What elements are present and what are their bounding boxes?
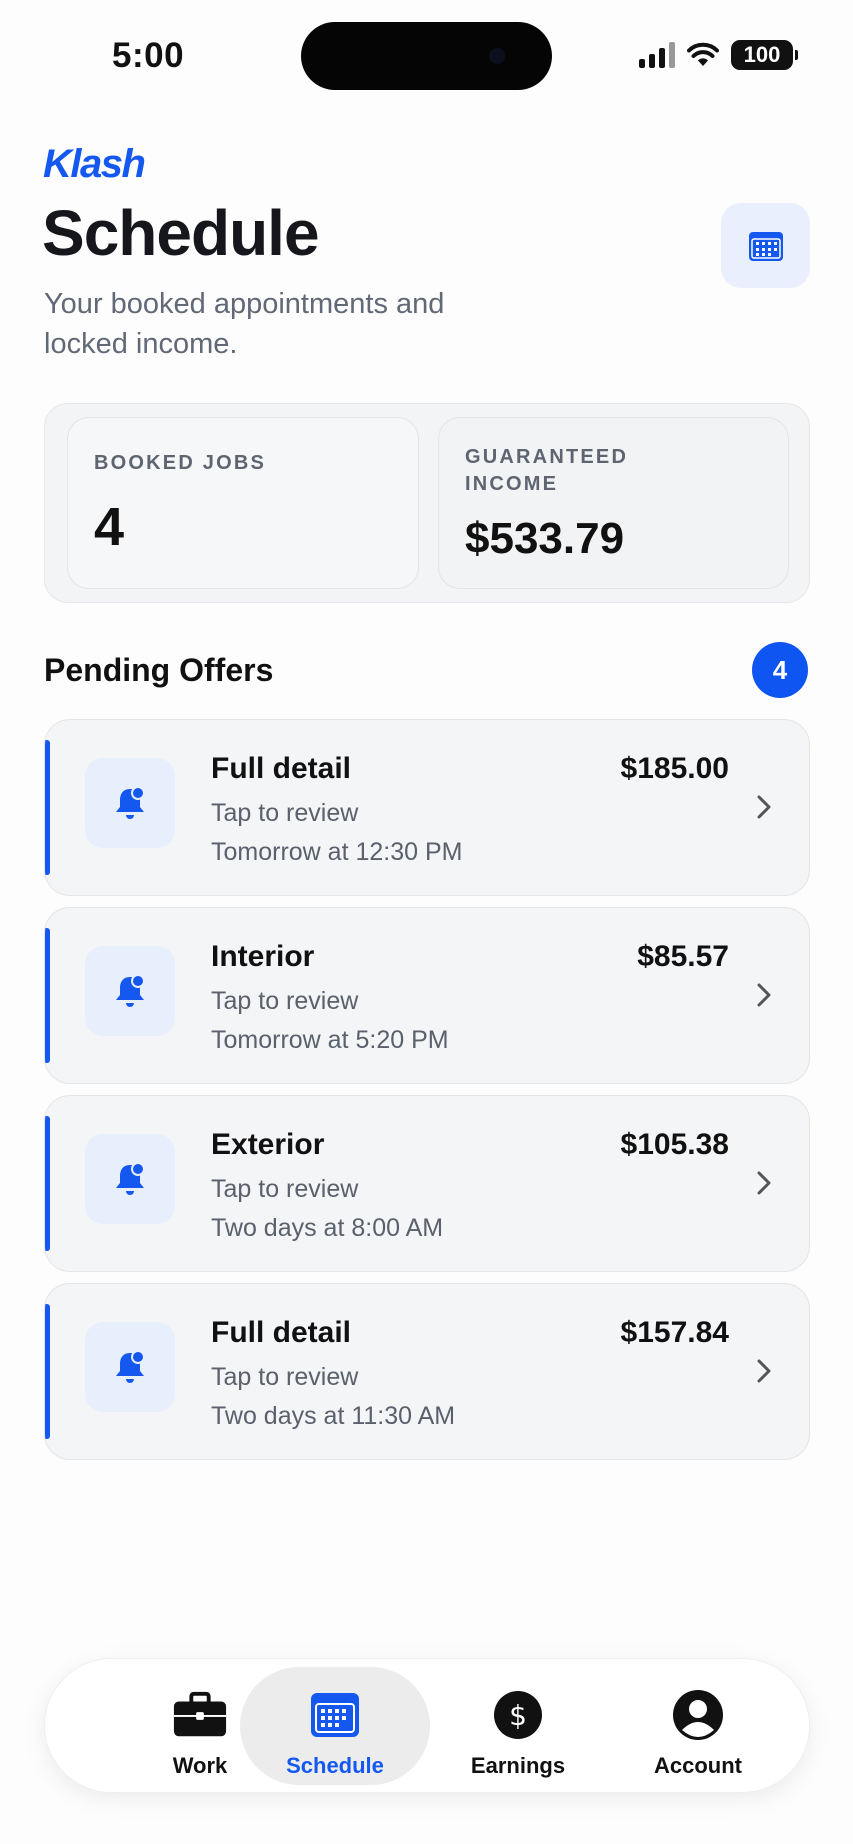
offer-icon-tile: [85, 758, 175, 848]
pending-offers-title: Pending Offers: [44, 652, 274, 688]
pending-count-badge: 4: [752, 642, 808, 698]
booked-jobs-value: 4: [94, 497, 125, 557]
offer-card[interactable]: Full detail Tap to review Tomorrow at 12…: [44, 719, 810, 896]
chevron-right-icon: [753, 978, 775, 1012]
chevron-right-icon: [753, 1354, 775, 1388]
offer-subtitle: Tap to review: [211, 1175, 359, 1203]
booked-jobs-label: BOOKED JOBS: [94, 452, 267, 474]
wifi-icon: [687, 42, 719, 66]
offer-title: Interior: [211, 940, 315, 973]
tab-schedule-label: Schedule: [286, 1753, 384, 1778]
offer-subtitle: Tap to review: [211, 987, 359, 1015]
page-subtitle: Your booked appointments and locked inco…: [44, 288, 445, 360]
calendar-button[interactable]: [721, 203, 810, 288]
offer-time: Two days at 11:30 AM: [211, 1402, 456, 1430]
offer-accent-bar: [45, 928, 50, 1063]
stats-panel: BOOKED JOBS 4 GUARANTEED INCOME $533.79: [44, 403, 810, 603]
status-icons: 100: [639, 40, 798, 70]
offer-time: Two days at 8:00 AM: [211, 1214, 444, 1242]
offer-subtitle: Tap to review: [211, 1363, 359, 1391]
person-icon: [670, 1689, 726, 1741]
offer-subtitle: Tap to review: [211, 799, 359, 827]
dollar-icon: $: [490, 1689, 546, 1741]
tab-earnings[interactable]: $ Earnings: [423, 1667, 613, 1785]
tab-earnings-label: Earnings: [470, 1753, 566, 1778]
offer-icon-tile: [85, 1322, 175, 1412]
dynamic-island: [301, 22, 552, 90]
offer-price: $157.84: [620, 1316, 729, 1349]
tab-account[interactable]: Account: [603, 1667, 793, 1785]
offer-accent-bar: [45, 740, 50, 875]
offer-price: $185.00: [620, 752, 729, 785]
cellular-signal-icon: [639, 42, 675, 68]
guaranteed-income-value: $533.79: [465, 514, 625, 563]
offer-title: Full detail: [211, 1316, 352, 1349]
offer-price: $85.57: [637, 940, 729, 973]
offer-accent-bar: [45, 1116, 50, 1251]
offer-title: Exterior: [211, 1128, 325, 1161]
chevron-right-icon: [753, 790, 775, 824]
offer-title: Full detail: [211, 752, 352, 785]
offer-card[interactable]: Interior Tap to review Tomorrow at 5:20 …: [44, 907, 810, 1084]
offer-icon-tile: [85, 1134, 175, 1224]
offer-price: $105.38: [620, 1128, 729, 1161]
bell-notification-icon: [116, 1350, 145, 1383]
offer-card[interactable]: Full detail Tap to review Two days at 11…: [44, 1283, 810, 1460]
guaranteed-income-card: GUARANTEED INCOME $533.79: [438, 417, 789, 589]
tab-work-label: Work: [172, 1753, 228, 1778]
calendar-icon: [748, 231, 783, 261]
bell-notification-icon: [116, 1162, 145, 1195]
tab-schedule[interactable]: Schedule: [240, 1667, 430, 1785]
offer-time: Tomorrow at 5:20 PM: [211, 1026, 449, 1054]
status-time: 5:00: [112, 36, 185, 75]
battery-icon: 100: [731, 40, 798, 70]
bell-notification-icon: [116, 974, 145, 1007]
offer-card[interactable]: Exterior Tap to review Two days at 8:00 …: [44, 1095, 810, 1272]
offer-time: Tomorrow at 12:30 PM: [211, 838, 463, 866]
bottom-tab-bar: Work Schedule $ Earnings Account: [44, 1658, 810, 1793]
brand-logo: Klash: [43, 142, 146, 186]
page-title: Schedule: [42, 197, 320, 269]
calendar-icon: [307, 1689, 363, 1741]
chevron-right-icon: [753, 1166, 775, 1200]
booked-jobs-card: BOOKED JOBS 4: [67, 417, 419, 589]
tab-account-label: Account: [654, 1753, 742, 1778]
bell-notification-icon: [116, 786, 145, 819]
briefcase-icon: [172, 1689, 228, 1741]
offer-accent-bar: [45, 1304, 50, 1439]
offer-icon-tile: [85, 946, 175, 1036]
guaranteed-income-label: GUARANTEED INCOME: [465, 446, 629, 495]
offers-list: Full detail Tap to review Tomorrow at 12…: [44, 719, 810, 1471]
status-bar: 5:00 100: [0, 0, 853, 110]
svg-text:$: $: [509, 1699, 527, 1732]
